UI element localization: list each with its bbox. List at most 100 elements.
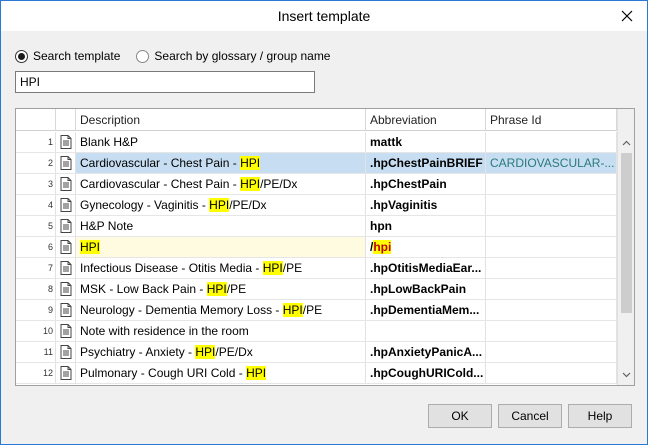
header-row-number [16,109,56,131]
table-row[interactable]: 1 Blank H&P mattk [16,132,617,153]
chevron-down-icon [622,372,630,378]
description-cell: Infectious Disease - Otitis Media - HPI/… [76,258,366,278]
close-icon [621,10,633,22]
header-phrase-id[interactable]: Phrase Id [486,109,617,131]
scroll-down-button[interactable] [618,367,634,383]
table-row[interactable]: 9 Neurology - Dementia Memory Loss - HPI/… [16,300,617,321]
cell-text: /PE/Dx [215,345,253,359]
cell-text: /PE [302,303,323,317]
radio-search-glossary-label: Search by glossary / group name [154,49,331,63]
phrase-id-cell: CARDIOVASCULAR-... [486,153,617,173]
cell-text: .hpChestPain [370,177,447,191]
close-button[interactable] [615,5,639,27]
row-icon-cell [56,153,76,173]
row-number: 5 [16,216,56,236]
cell-text: Gynecology - Vaginitis - [80,198,210,212]
description-cell: Cardiovascular - Chest Pain - HPI [76,153,366,173]
row-icon-cell [56,300,76,320]
document-icon [60,135,71,149]
row-icon-cell [56,321,76,341]
row-number: 10 [16,321,56,341]
row-icon-cell [56,132,76,152]
cancel-button[interactable]: Cancel [498,404,562,428]
phrase-id-cell [486,342,617,362]
document-icon [60,156,71,170]
cell-text: .hpAnxietyPanicA... [370,345,483,359]
cell-text: H&P Note [80,219,134,233]
grid-header: Description Abbreviation Phrase Id [16,109,634,131]
table-row[interactable]: 10 Note with residence in the room [16,321,617,342]
document-icon [60,240,71,254]
radio-search-glossary[interactable]: Search by glossary / group name [136,49,330,63]
search-mode-group: Search template Search by glossary / gro… [15,48,346,64]
row-number: 4 [16,195,56,215]
search-highlight: HPI [195,345,216,359]
cell-text: .hpVaginitis [370,198,438,212]
document-icon [60,324,71,338]
phrase-id-cell [486,216,617,236]
cell-text: MSK - Low Back Pain - [80,282,207,296]
cell-text: Psychiatry - Anxiety - [80,345,196,359]
grid-rows: 1 Blank H&P mattk 2 Cardiovascular - Chest P… [16,132,617,384]
abbreviation-cell [366,321,486,341]
scroll-up-button[interactable] [618,135,634,151]
cell-text: .hpChestPainBRIEF [370,156,483,170]
abbreviation-cell: .hpOtitisMediaEar... [366,258,486,278]
scroll-thumb[interactable] [621,153,632,313]
search-highlight: HPI [262,261,283,275]
table-row[interactable]: 11 Psychiatry - Anxiety - HPI/PE/Dx .hpAnx… [16,342,617,363]
search-input[interactable] [15,71,315,93]
header-description[interactable]: Description [76,109,366,131]
description-cell: Neurology - Dementia Memory Loss - HPI/P… [76,300,366,320]
abbreviation-cell: .hpAnxietyPanicA... [366,342,486,362]
insert-template-dialog: Insert template Search template Search b… [0,0,648,445]
abbreviation-cell: /hpi [366,237,486,257]
abbreviation-cell: .hpVaginitis [366,195,486,215]
document-icon [60,366,71,380]
cell-text: .hpOtitisMediaEar... [370,261,482,275]
table-row[interactable]: 2 Cardiovascular - Chest Pain - HPI .hpChe… [16,153,617,174]
vertical-scrollbar[interactable] [617,109,634,385]
ok-button[interactable]: OK [428,404,492,428]
header-abbreviation[interactable]: Abbreviation [366,109,486,131]
search-highlight: HPI [282,303,303,317]
row-number: 8 [16,279,56,299]
cell-text: Blank H&P [80,135,139,149]
search-highlight: HPI [240,177,261,191]
row-number: 11 [16,342,56,362]
table-row[interactable]: 6 HPI/hpi [16,237,617,258]
table-row[interactable]: 5 H&P Note hpn [16,216,617,237]
radio-search-template[interactable]: Search template [15,49,120,63]
abbreviation-cell: .hpCoughURICold... [366,363,486,383]
description-cell: Cardiovascular - Chest Pain - HPI/PE/Dx [76,174,366,194]
row-number: 9 [16,300,56,320]
search-highlight: HPI [80,240,101,254]
cell-text: /PE [226,282,247,296]
row-number: 1 [16,132,56,152]
cell-text: Note with residence in the room [80,324,249,338]
abbreviation-cell: mattk [366,132,486,152]
row-icon-cell [56,174,76,194]
document-icon [60,303,71,317]
document-icon [60,177,71,191]
search-highlight: HPI [206,282,227,296]
radio-checked-icon [15,49,28,63]
help-button[interactable]: Help [568,404,632,428]
table-row[interactable]: 12 Pulmonary - Cough URI Cold - HPI .hpCou… [16,363,617,384]
header-icon [56,109,76,131]
cell-text: .hpDementiaMem... [370,303,480,317]
document-icon [60,198,71,212]
title-bar: Insert template [1,1,647,31]
table-row[interactable]: 3 Cardiovascular - Chest Pain - HPI/PE/Dx… [16,174,617,195]
table-row[interactable]: 8 MSK - Low Back Pain - HPI/PE .hpLowBackP… [16,279,617,300]
table-row[interactable]: 4 Gynecology - Vaginitis - HPI/PE/Dx .hpVa… [16,195,617,216]
cell-text: /PE/Dx [260,177,298,191]
phrase-id-cell [486,363,617,383]
cell-text: Pulmonary - Cough URI Cold - [80,366,247,380]
row-number: 6 [16,237,56,257]
description-cell: Psychiatry - Anxiety - HPI/PE/Dx [76,342,366,362]
row-number: 2 [16,153,56,173]
table-row[interactable]: 7 Infectious Disease - Otitis Media - HPI… [16,258,617,279]
search-highlight: HPI [209,198,230,212]
search-highlight: HPI [246,366,267,380]
